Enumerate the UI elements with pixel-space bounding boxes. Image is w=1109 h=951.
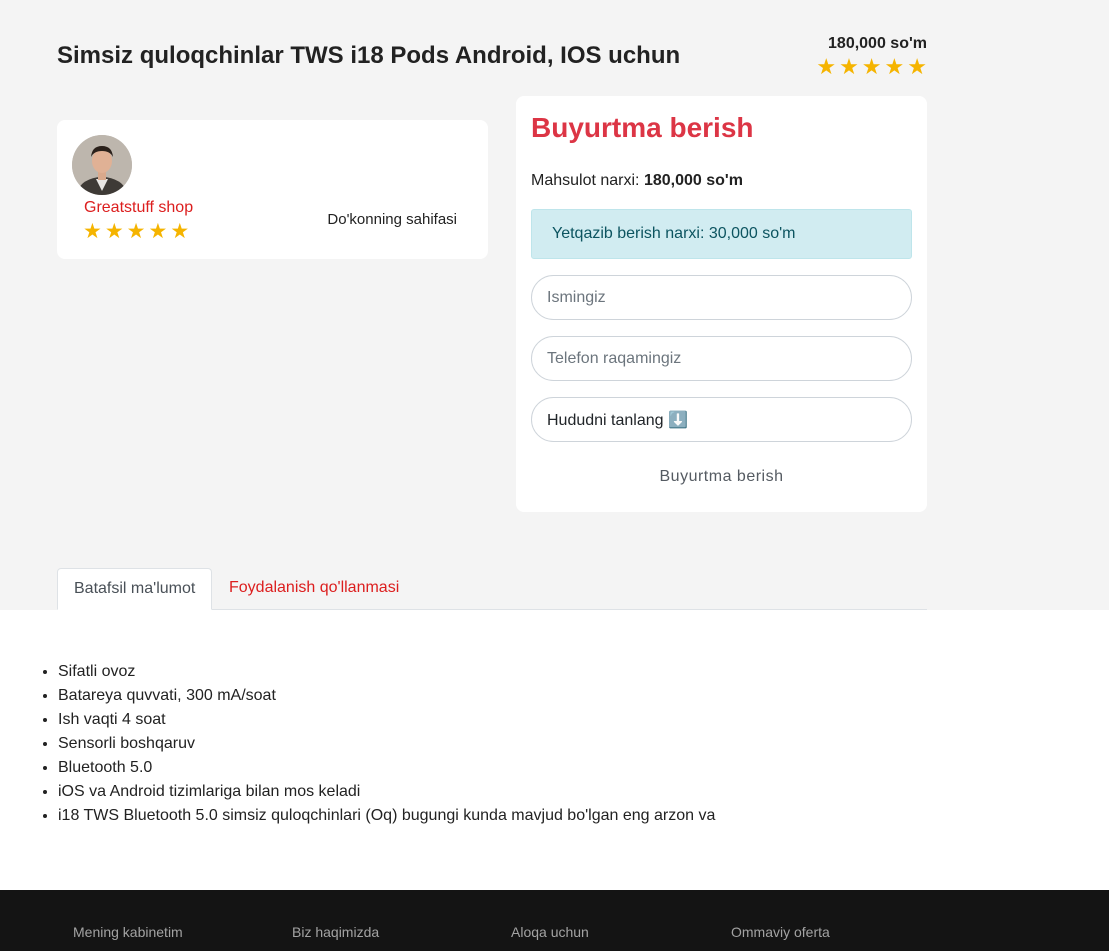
tab-content: Sifatli ovoz Batareya quvvati, 300 mA/so… <box>0 610 1109 890</box>
avatar-image <box>72 135 132 195</box>
order-product-price: Mahsulot narxi: 180,000 so'm <box>531 172 743 190</box>
list-item: Sifatli ovoz <box>58 660 715 684</box>
footer-link-about[interactable]: Biz haqimizda <box>292 924 379 940</box>
feature-list: Sifatli ovoz Batareya quvvati, 300 mA/so… <box>58 660 715 828</box>
tab-details[interactable]: Batafsil ma'lumot <box>57 568 213 610</box>
order-title: Buyurtma berish <box>531 112 754 143</box>
star-icon: ★ <box>907 54 927 79</box>
product-rating: ★ ★ ★ ★ ★ <box>816 56 927 78</box>
price-label: Mahsulot narxi: <box>531 172 640 189</box>
list-item: Ish vaqti 4 soat <box>58 708 715 732</box>
list-item: Sensorli boshqaruv <box>58 732 715 756</box>
star-icon: ★ <box>126 220 146 243</box>
footer-link-contact[interactable]: Aloqa uchun <box>511 924 589 940</box>
star-icon: ★ <box>884 54 905 79</box>
star-icon: ★ <box>83 220 102 243</box>
star-icon: ★ <box>148 220 168 243</box>
shop-name-link[interactable]: Greatstuff shop <box>84 199 193 217</box>
phone-input[interactable] <box>531 336 912 381</box>
product-tabs: Batafsil ma'lumot Foydalanish qo'llanmas… <box>57 568 927 610</box>
price-block: 180,000 so'm ★ ★ ★ ★ ★ <box>816 35 927 79</box>
seller-rating: ★ ★ ★ ★ ★ <box>83 221 189 243</box>
product-price: 180,000 so'm <box>828 35 927 52</box>
star-icon: ★ <box>170 220 190 243</box>
star-icon: ★ <box>861 54 882 79</box>
footer: Mening kabinetim Biz haqimizda Aloqa uch… <box>0 890 1109 951</box>
region-select[interactable]: Hududni tanlang ⬇️ <box>531 397 912 442</box>
footer-link-public-offer[interactable]: Ommaviy oferta <box>731 924 830 940</box>
star-icon: ★ <box>816 54 837 79</box>
list-item: Bluetooth 5.0 <box>58 756 715 780</box>
star-icon: ★ <box>104 220 124 243</box>
price-value: 180,000 so'm <box>643 172 743 189</box>
shop-page-link[interactable]: Do'konning sahifasi <box>327 211 457 228</box>
avatar[interactable] <box>72 135 132 195</box>
star-icon: ★ <box>839 54 859 79</box>
product-title: Simsiz quloqchinlar TWS i18 Pods Android… <box>57 42 681 69</box>
list-item: Batareya quvvati, 300 mA/soat <box>58 684 715 708</box>
submit-order-button[interactable]: Buyurtma berish <box>531 459 912 495</box>
name-input[interactable] <box>531 275 912 320</box>
order-form: Buyurtma berish Mahsulot narxi: 180,000 … <box>516 96 927 512</box>
footer-link-my-account[interactable]: Mening kabinetim <box>73 924 183 940</box>
list-item: iOS va Android tizimlariga bilan mos kel… <box>58 780 715 804</box>
delivery-price-alert: Yetqazib berish narxi: 30,000 so'm <box>531 209 912 259</box>
list-item: i18 TWS Bluetooth 5.0 simsiz quloqchinla… <box>58 804 715 828</box>
seller-card: Greatstuff shop ★ ★ ★ ★ ★ Do'konning sah… <box>57 120 488 259</box>
tab-usage-guide[interactable]: Foydalanish qo'llanmasi <box>212 568 416 610</box>
